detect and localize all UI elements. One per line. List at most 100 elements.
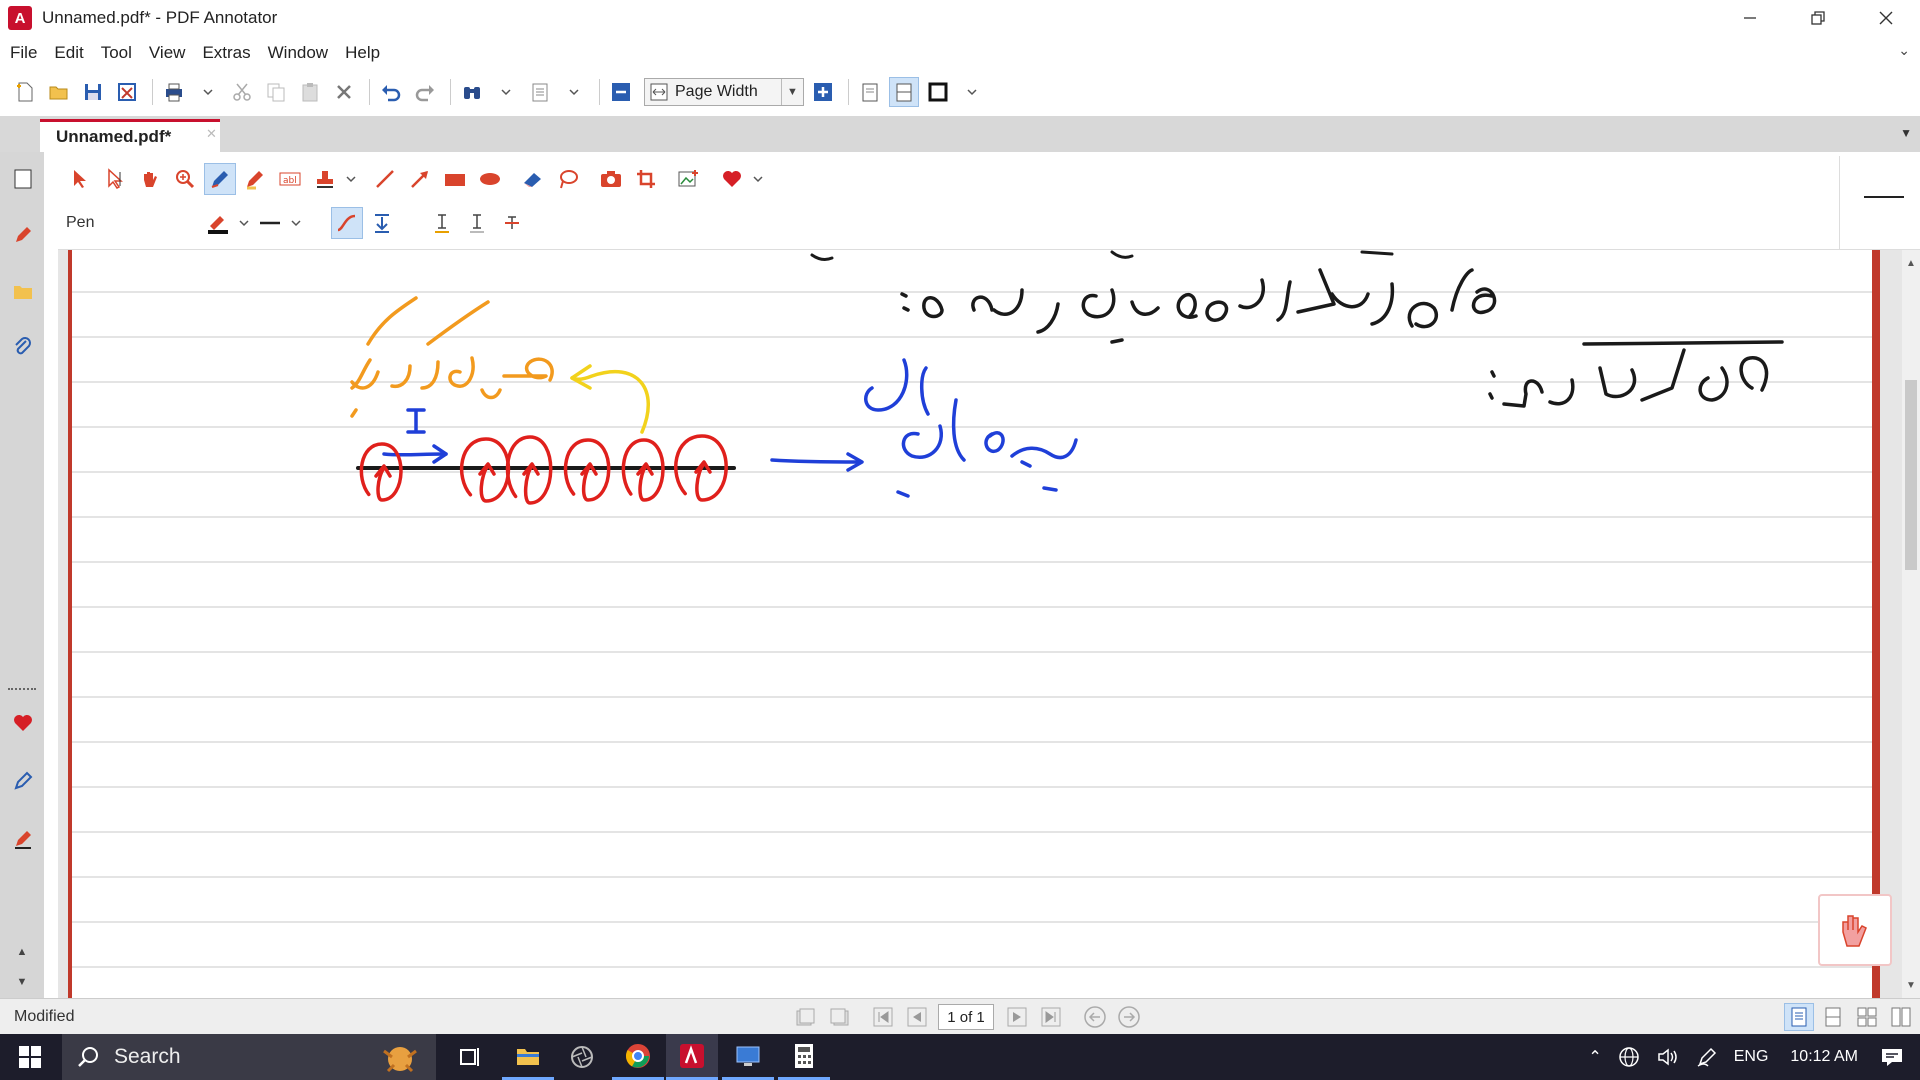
text-select-tool[interactable] <box>99 163 131 195</box>
start-button[interactable] <box>0 1034 60 1080</box>
page-setup-button[interactable] <box>525 77 555 107</box>
text-underline-tool[interactable] <box>426 207 458 239</box>
hand-tool[interactable] <box>134 163 166 195</box>
tab-unnamed-pdf[interactable]: Unnamed.pdf* <box>40 119 220 152</box>
ribbon-collapse-icon[interactable]: ⌄ <box>1898 42 1910 59</box>
scroll-down-icon[interactable]: ▼ <box>1902 976 1920 994</box>
vertical-scrollbar[interactable]: ▲ ▼ <box>1902 250 1920 998</box>
rectangle-tool[interactable] <box>439 163 471 195</box>
favorites-tool[interactable] <box>716 163 748 195</box>
line-tool[interactable] <box>369 163 401 195</box>
smooth-stroke-toggle[interactable] <box>331 207 363 239</box>
menu-file[interactable]: File <box>10 43 37 63</box>
remote-desktop-app[interactable] <box>722 1034 774 1080</box>
close-button[interactable] <box>1852 0 1920 36</box>
ellipse-tool[interactable] <box>474 163 506 195</box>
scroll-up-icon[interactable]: ▲ <box>1902 254 1920 272</box>
fullscreen-button[interactable] <box>923 77 953 107</box>
pen-color-button[interactable] <box>202 207 234 239</box>
history-back-button[interactable] <box>792 1004 818 1030</box>
single-page-mode-button[interactable] <box>1784 1003 1814 1031</box>
crop-tool[interactable] <box>630 163 662 195</box>
menu-view[interactable]: View <box>149 43 186 63</box>
arrow-tool[interactable] <box>404 163 436 195</box>
find-dropdown[interactable] <box>491 77 521 107</box>
sidebar-scroll-up-icon[interactable]: ▲ <box>10 942 34 962</box>
navigate-back-button[interactable] <box>1082 1004 1108 1030</box>
undo-button[interactable] <box>376 77 406 107</box>
pdf-annotator-app[interactable] <box>666 1034 718 1080</box>
navigate-forward-button[interactable] <box>1116 1004 1142 1030</box>
document-view[interactable] <box>58 250 1902 998</box>
pen-tool[interactable] <box>204 163 236 195</box>
zoom-mode-select[interactable]: Page Width ▼ <box>644 78 804 106</box>
find-button[interactable] <box>457 77 487 107</box>
next-page-button[interactable] <box>1004 1004 1030 1030</box>
menu-extras[interactable]: Extras <box>202 43 250 63</box>
collapse-toolbar-button[interactable] <box>1864 196 1904 198</box>
zoom-tool[interactable] <box>169 163 201 195</box>
network-globe-icon[interactable] <box>1618 1046 1640 1068</box>
favorite-pen-button[interactable] <box>10 768 36 794</box>
scroll-thumb[interactable] <box>1905 380 1917 570</box>
pen-workspace-icon[interactable] <box>1696 1046 1718 1068</box>
print-button[interactable] <box>159 77 189 107</box>
single-page-view-button[interactable] <box>855 77 885 107</box>
text-box-tool[interactable]: abl <box>274 163 306 195</box>
select-tool[interactable] <box>64 163 96 195</box>
menu-edit[interactable]: Edit <box>54 43 83 63</box>
snapshot-tool[interactable] <box>595 163 627 195</box>
restore-button[interactable] <box>1784 0 1852 36</box>
notifications-icon[interactable] <box>1880 1046 1904 1068</box>
save-all-button[interactable] <box>112 77 142 107</box>
tab-list-chevron-icon[interactable]: ▼ <box>1900 126 1912 140</box>
pen-color-dropdown[interactable] <box>237 207 251 239</box>
highlighter-tool[interactable] <box>239 163 271 195</box>
cut-button[interactable] <box>227 77 257 107</box>
sidebar-annotations-button[interactable] <box>10 222 36 248</box>
system-clock[interactable]: 10:12 AM <box>1790 1048 1858 1066</box>
new-document-button[interactable] <box>10 77 40 107</box>
calculator-app[interactable] <box>778 1034 830 1080</box>
tray-overflow-icon[interactable]: ⌃ <box>1588 1047 1601 1067</box>
page-number-field[interactable]: 1 of 1 <box>938 1004 994 1030</box>
tab-close-icon[interactable]: ✕ <box>206 126 217 142</box>
media-app[interactable] <box>556 1034 608 1080</box>
history-forward-button[interactable] <box>826 1004 852 1030</box>
pdf-page[interactable] <box>68 250 1880 998</box>
zoom-in-button[interactable] <box>808 77 838 107</box>
favorites-button[interactable] <box>10 710 36 736</box>
line-width-dropdown[interactable] <box>289 207 303 239</box>
continuous-mode-button[interactable] <box>1818 1003 1848 1031</box>
copy-button[interactable] <box>261 77 291 107</box>
snap-toggle[interactable] <box>366 207 398 239</box>
continuous-view-button[interactable] <box>889 77 919 107</box>
minimize-button[interactable] <box>1716 0 1784 36</box>
eraser-tool[interactable] <box>517 163 549 195</box>
text-squiggly-tool[interactable] <box>461 207 493 239</box>
volume-icon[interactable] <box>1656 1046 1680 1068</box>
paste-button[interactable] <box>295 77 325 107</box>
menu-tool[interactable]: Tool <box>101 43 132 63</box>
insert-image-tool[interactable] <box>673 163 705 195</box>
previous-page-button[interactable] <box>904 1004 930 1030</box>
open-button[interactable] <box>44 77 74 107</box>
last-page-button[interactable] <box>1038 1004 1064 1030</box>
print-dropdown[interactable] <box>193 77 223 107</box>
input-language[interactable]: ENG <box>1734 1048 1769 1066</box>
menu-window[interactable]: Window <box>268 43 328 63</box>
sidebar-scroll-down-icon[interactable]: ▼ <box>10 972 34 992</box>
taskbar-search[interactable]: Search <box>62 1034 436 1080</box>
file-explorer-app[interactable] <box>502 1034 554 1080</box>
first-page-button[interactable] <box>870 1004 896 1030</box>
facing-mode-button[interactable] <box>1852 1003 1882 1031</box>
save-button[interactable] <box>78 77 108 107</box>
menu-help[interactable]: Help <box>345 43 380 63</box>
sidebar-attachments-button[interactable] <box>10 334 36 360</box>
chrome-app[interactable] <box>612 1034 664 1080</box>
favorites-dropdown[interactable] <box>751 163 765 195</box>
line-width-button[interactable] <box>254 207 286 239</box>
view-dropdown[interactable] <box>957 77 987 107</box>
zoom-out-button[interactable] <box>606 77 636 107</box>
chevron-down-icon[interactable]: ▼ <box>781 79 803 105</box>
